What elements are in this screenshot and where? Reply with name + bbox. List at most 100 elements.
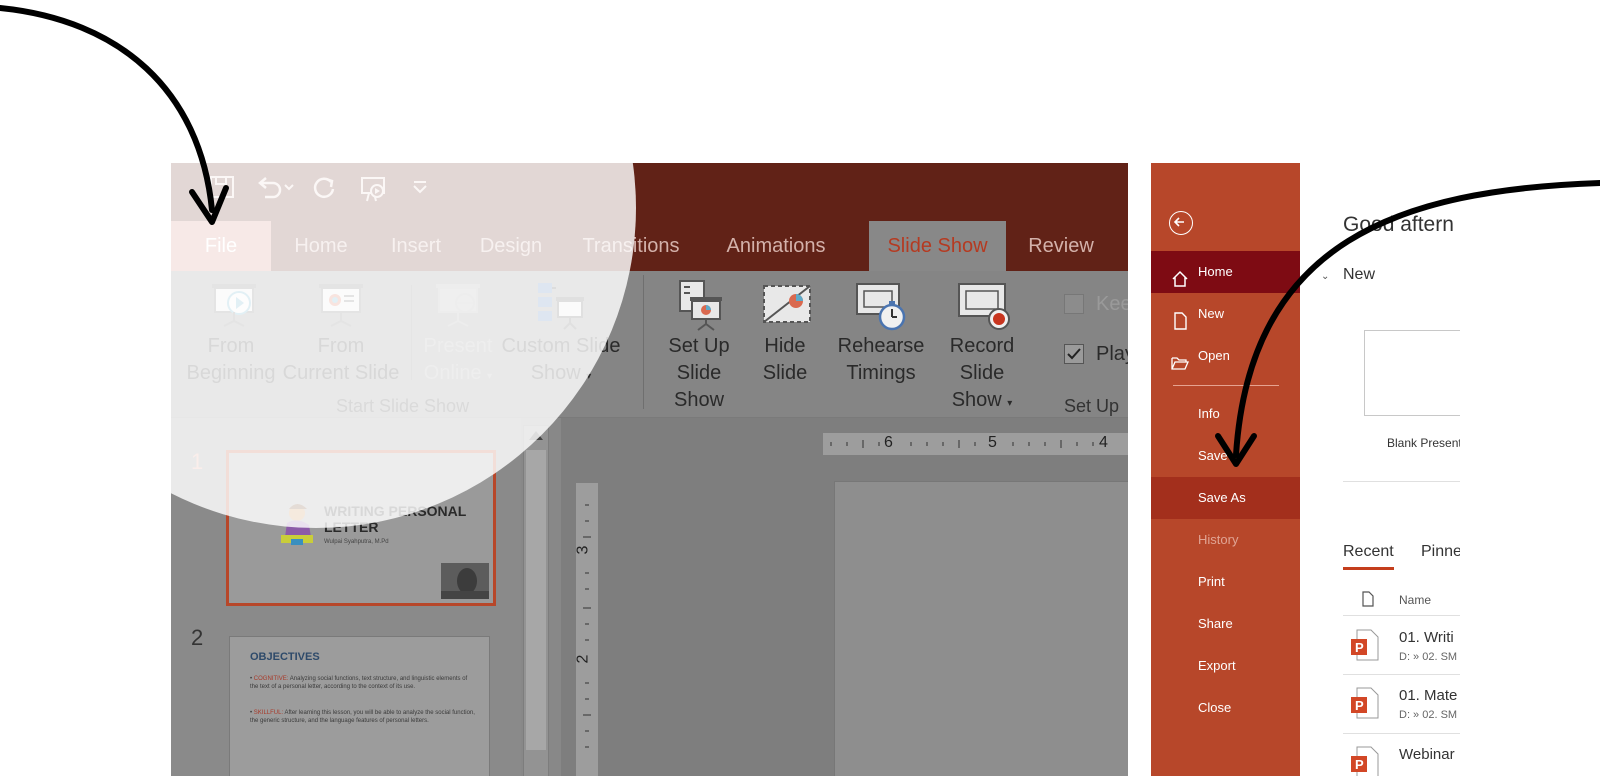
hide-slide-icon	[761, 281, 813, 334]
backstage-view: Home New Open Info Save Save As History …	[1151, 163, 1460, 776]
from-beginning-button[interactable]: From Beginning	[181, 333, 281, 387]
slide1-title-line1: WRITING PERSONAL	[324, 503, 467, 519]
tab-recent-label: Recent	[1343, 543, 1394, 560]
greeting-heading: Good aftern	[1343, 213, 1454, 236]
collapse-chevron-icon[interactable]: ⌄	[1321, 271, 1329, 282]
backstage-nav-new[interactable]: New	[1151, 293, 1300, 335]
new-document-icon	[1171, 305, 1189, 330]
tab-slide-show[interactable]: Slide Show	[869, 221, 1006, 271]
ruler-mark-2: 2	[574, 654, 592, 664]
ribbon-separator	[411, 285, 412, 380]
present-from-start-icon[interactable]	[359, 175, 389, 210]
tab-recent[interactable]: Recent	[1343, 543, 1394, 561]
backstage-nav-save[interactable]: Save	[1151, 435, 1300, 477]
nav-home-label: Home	[1198, 264, 1233, 279]
from-beginning-line2: Beginning	[186, 362, 276, 384]
backstage-nav-history[interactable]: History	[1151, 519, 1300, 561]
vertical-ruler[interactable]: 3 2	[574, 483, 598, 776]
set-up-slide-show-button[interactable]: Set Up Slide Show	[649, 333, 749, 414]
slide-canvas[interactable]	[834, 481, 1128, 776]
ruler-mark-5: 5	[988, 434, 997, 451]
set-up-group-label: Set Up	[1064, 396, 1120, 416]
slide-number-1: 1	[191, 449, 204, 474]
slide-thumbnail-2[interactable]: OBJECTIVES • COGNITIVE: Analyzing social…	[229, 636, 490, 776]
rehearse-line2: Timings	[846, 362, 916, 384]
blank-presentation-label: Blank Present	[1387, 436, 1460, 450]
custom-show-line1: Custom Slide	[501, 335, 621, 357]
record-slide-show-button[interactable]: Record Slide Show ▾	[926, 333, 1038, 417]
open-folder-icon	[1171, 347, 1189, 370]
from-current-slide-button[interactable]: From Current Slide	[281, 333, 401, 387]
customize-toolbar-icon[interactable]	[411, 175, 429, 203]
rehearse-timings-icon	[854, 281, 910, 338]
present-online-button[interactable]: Present Online ▾	[413, 333, 503, 390]
back-arrow-icon[interactable]	[1169, 211, 1193, 235]
scroll-thumb[interactable]	[526, 450, 546, 750]
tab-transitions[interactable]: Transitions	[561, 221, 701, 271]
backstage-nav-close[interactable]: Close	[1151, 687, 1300, 729]
recent-tab-underline	[1343, 567, 1394, 570]
hide-slide-line2: Slide	[762, 362, 808, 384]
slide1-author: Wulpai Syahputra, M.Pd	[324, 539, 389, 545]
nav-export-label: Export	[1198, 658, 1236, 673]
slide2-title: OBJECTIVES	[250, 651, 320, 663]
backstage-nav-print[interactable]: Print	[1151, 561, 1300, 603]
home-icon	[1171, 263, 1189, 287]
powerpoint-file-icon: P	[1351, 687, 1379, 719]
from-current-slide-icon	[316, 281, 366, 336]
nav-new-label: New	[1198, 306, 1225, 321]
custom-show-line2: Show	[530, 362, 581, 384]
hide-slide-button[interactable]: Hide Slide	[749, 333, 821, 387]
custom-slide-show-button[interactable]: Custom Slide Show ▾	[496, 333, 626, 390]
undo-icon[interactable]	[255, 175, 295, 208]
save-icon[interactable]	[209, 175, 235, 206]
tab-slide-show-label: Slide Show	[887, 235, 988, 257]
tab-file[interactable]: File	[171, 221, 271, 271]
custom-slide-show-icon	[536, 281, 588, 338]
backstage-nav-share[interactable]: Share	[1151, 603, 1300, 645]
file-type-icon	[1361, 591, 1375, 612]
set-up-slide-show-icon	[676, 279, 728, 338]
recent-file-path: D: » 02. SM	[1399, 709, 1458, 721]
tab-insert[interactable]: Insert	[371, 221, 461, 271]
tab-pinned-label: Pinne	[1421, 543, 1460, 560]
horizontal-ruler[interactable]: 6 5 4	[823, 433, 1128, 455]
blank-presentation-tile[interactable]	[1364, 330, 1460, 416]
record-line2: Show	[951, 389, 1002, 411]
backstage-nav-info[interactable]: Info	[1151, 393, 1300, 435]
tab-design[interactable]: Design	[461, 221, 561, 271]
backstage-nav-home[interactable]: Home	[1151, 251, 1300, 293]
svg-text:P: P	[1355, 757, 1364, 772]
nav-history-label: History	[1198, 532, 1239, 547]
backstage-nav-export[interactable]: Export	[1151, 645, 1300, 687]
girl-illustration-icon	[277, 501, 317, 547]
recent-file-name: 01. Writi	[1399, 629, 1454, 646]
tab-review-label: Review	[1028, 235, 1094, 257]
backstage-nav-open[interactable]: Open	[1151, 335, 1300, 377]
slide2-bullet-2-label: SKILLFUL:	[253, 710, 284, 716]
redo-icon[interactable]	[312, 175, 338, 208]
nav-save-label: Save	[1198, 448, 1228, 463]
scroll-up-arrow-icon[interactable]	[529, 431, 543, 440]
rehearse-line1: Rehearse	[837, 335, 925, 357]
powerpoint-window: File Home Insert Design Transitions Anim…	[171, 163, 1128, 776]
tab-home[interactable]: Home	[271, 221, 371, 271]
play-narrations-checkbox[interactable]	[1064, 344, 1084, 364]
slide-thumbnail-1[interactable]: WRITING PERSONAL LETTER Wulpai Syahputra…	[226, 450, 496, 606]
svg-text:P: P	[1355, 698, 1364, 713]
tab-pinned[interactable]: Pinne	[1421, 543, 1460, 561]
slide-number-2: 2	[191, 625, 204, 650]
dropdown-arrow-icon: ▾	[586, 371, 592, 382]
keep-checkbox[interactable]	[1064, 294, 1084, 314]
powerpoint-file-icon: P	[1351, 746, 1379, 776]
backstage-nav-save-as[interactable]: Save As	[1151, 477, 1300, 519]
thumbnails-scrollbar[interactable]	[523, 425, 549, 776]
nav-print-label: Print	[1198, 574, 1225, 589]
tab-animations[interactable]: Animations	[701, 221, 851, 271]
webcam-thumbnail	[441, 563, 489, 599]
present-online-icon	[433, 281, 483, 336]
tab-review[interactable]: Review	[1011, 221, 1111, 271]
from-current-line1: From	[317, 335, 365, 357]
checkmark-icon	[1067, 348, 1081, 360]
rehearse-timings-button[interactable]: Rehearse Timings	[831, 333, 931, 387]
